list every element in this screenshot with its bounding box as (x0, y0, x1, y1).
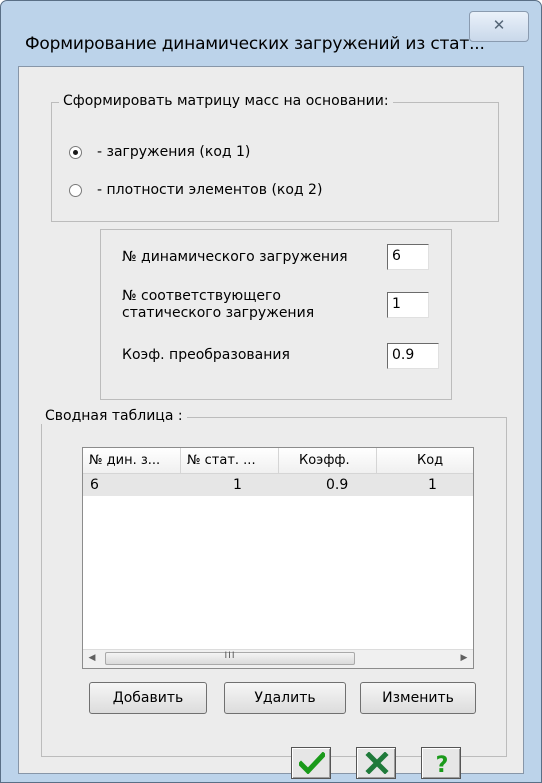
ok-button[interactable] (291, 747, 331, 779)
svg-text:?: ? (436, 753, 449, 774)
cell-code: 1 (428, 477, 437, 493)
table-row[interactable]: 6 1 0.9 1 (83, 474, 473, 496)
title-bar[interactable]: Формирование динамических загружений из … (1, 1, 541, 69)
scroll-grip-icon: III (224, 651, 236, 661)
close-button[interactable]: ✕ (469, 11, 529, 42)
dyn-load-input[interactable]: 6 (387, 244, 429, 270)
add-button[interactable]: Добавить (89, 682, 207, 714)
column-header-dyn[interactable]: № дин. з... (83, 448, 181, 473)
radio-density[interactable] (69, 184, 82, 197)
mass-matrix-legend: Сформировать матрицу масс на основании: (59, 93, 393, 109)
scroll-thumb[interactable]: III (105, 651, 355, 665)
column-header-static[interactable]: № стат. ... (181, 448, 279, 473)
check-icon (299, 752, 325, 774)
radio-option-density[interactable]: - плотности элементов (код 2) (69, 182, 389, 202)
static-load-label-line1: № соответствующего (122, 288, 281, 304)
question-icon: ? (436, 753, 449, 774)
cell-static: 1 (233, 477, 242, 493)
dialog-window: Формирование динамических загружений из … (0, 0, 542, 783)
coef-input[interactable]: 0.9 (387, 343, 439, 369)
window-title: Формирование динамических загружений из … (25, 34, 485, 54)
edit-button[interactable]: Изменить (360, 682, 476, 714)
scroll-right-icon[interactable]: ▶ (455, 650, 473, 667)
help-button[interactable]: ? (421, 747, 461, 779)
static-load-input[interactable]: 1 (387, 292, 429, 318)
radio-load-label: - загружения (код 1) (97, 144, 251, 160)
radio-load[interactable] (69, 146, 82, 159)
parameters-group: № динамического загружения 6 № соответст… (100, 229, 452, 400)
horizontal-scrollbar[interactable]: ◀ III ▶ (83, 649, 473, 668)
close-icon: ✕ (492, 16, 506, 34)
radio-density-label: - плотности элементов (код 2) (97, 182, 323, 198)
mass-matrix-group: Сформировать матрицу масс на основании: … (51, 93, 499, 222)
cell-dyn: 6 (90, 477, 99, 493)
scroll-left-icon[interactable]: ◀ (83, 650, 101, 667)
table-header: № дин. з... № стат. ... Коэфф. Код (83, 448, 473, 474)
cancel-button[interactable] (356, 747, 396, 779)
summary-legend: Сводная таблица : (41, 408, 187, 424)
column-header-code[interactable]: Код (377, 448, 473, 473)
dyn-load-label: № динамического загружения (122, 249, 348, 265)
cell-coef: 0.9 (326, 477, 349, 493)
delete-button[interactable]: Удалить (224, 682, 346, 714)
static-load-label-line2: статического загружения (122, 305, 315, 321)
x-icon (365, 752, 389, 774)
coef-label: Коэф. преобразования (122, 347, 290, 363)
radio-option-load[interactable]: - загружения (код 1) (69, 144, 369, 164)
column-header-coef[interactable]: Коэфф. (279, 448, 377, 473)
summary-table[interactable]: № дин. з... № стат. ... Коэфф. Код 6 1 0… (82, 447, 474, 669)
dialog-client-area: Сформировать матрицу масс на основании: … (18, 66, 524, 779)
